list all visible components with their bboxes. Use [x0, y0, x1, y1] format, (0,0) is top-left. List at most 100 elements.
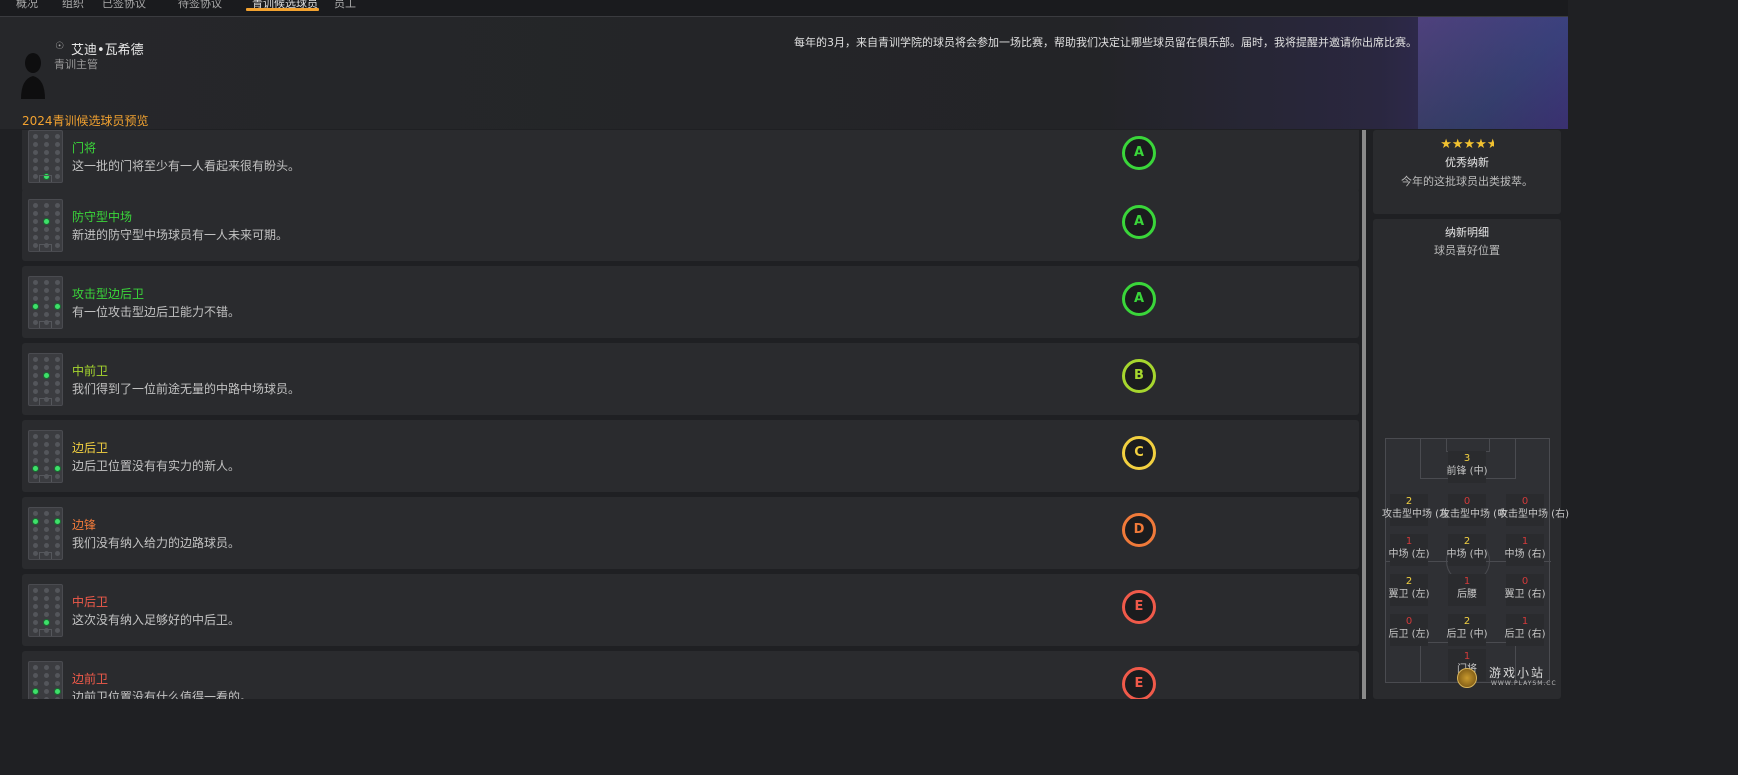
position-dot [55, 357, 60, 362]
position-title: 中前卫 [72, 364, 109, 378]
list-item[interactable]: 边前卫 边前卫位置没有什么值得一看的。 E [22, 651, 1359, 699]
grade-badge: A [1122, 282, 1156, 316]
position-dot [33, 551, 38, 556]
position-dot [33, 166, 38, 171]
position-dot [55, 389, 60, 394]
position-dot [33, 543, 38, 548]
active-position-dot [33, 519, 38, 524]
field-zone[interactable]: 1 中场 (右) [1505, 534, 1545, 566]
tab-organization[interactable]: 组织 [62, 0, 84, 11]
avatar[interactable] [18, 49, 48, 99]
field-zone[interactable]: 1 中场 (左) [1389, 534, 1429, 566]
position-dot [44, 689, 49, 694]
position-dot [44, 365, 49, 370]
position-dot [33, 673, 38, 678]
field-zone[interactable]: 0 攻击型中场 (右) [1498, 494, 1569, 526]
position-dot [33, 628, 38, 633]
info-banner: 每年的3月，来自青训学院的球员将会参加一场比赛，帮助我们决定让哪些球员留在俱乐部… [794, 36, 1417, 49]
list-item[interactable]: 中前卫 我们得到了一位前途无量的中路中场球员。 B [22, 343, 1359, 415]
position-dot [33, 511, 38, 516]
field-zone[interactable]: 2 后卫 (中) [1447, 614, 1487, 646]
field-zone[interactable]: 3 前锋 (中) [1447, 451, 1487, 483]
position-dot [55, 511, 60, 516]
zone-label: 后卫 (左) [1388, 629, 1430, 640]
position-pitch-icon [28, 507, 63, 560]
position-dot [33, 134, 38, 139]
position-dot [55, 166, 60, 171]
list-item[interactable]: 攻击型边后卫 有一位攻击型边后卫能力不错。 A [22, 266, 1359, 338]
position-dot [33, 381, 38, 386]
tab-staff[interactable]: 员工 [334, 0, 356, 11]
position-field-map: 3 前锋 (中) 2 攻击型中场 (左) 0 攻击型中场 (中) 0 攻击型中场 (右) 1 中场… [1382, 438, 1569, 683]
position-dot [44, 673, 49, 678]
position-dot [55, 442, 60, 447]
position-dot [33, 320, 38, 325]
grade-badge: A [1122, 205, 1156, 239]
position-dot [55, 681, 60, 686]
header-panel: ☉ 艾迪•瓦希德 青训主管 每年的3月，来自青训学院的球员将会参加一场比赛，帮助… [0, 17, 1568, 129]
position-description: 这次没有纳入足够好的中后卫。 [72, 613, 241, 627]
star-icon: ★ [1440, 137, 1452, 152]
rating-card: ★★★★★ 优秀纳新 今年的这批球员出类拔萃。 [1373, 130, 1561, 214]
list-item[interactable]: 门将 这一批的门将至少有一人看起来很有盼头。 A [22, 130, 1359, 192]
tab-overview[interactable]: 概况 [16, 0, 38, 11]
list-item[interactable]: 中后卫 这次没有纳入足够好的中后卫。 E [22, 574, 1359, 646]
zone-count: 0 [1463, 496, 1471, 507]
zone-count: 0 [1405, 616, 1413, 627]
list-item[interactable]: 边锋 我们没有纳入给力的边路球员。 D [22, 497, 1359, 569]
list-item[interactable]: 边后卫 边后卫位置没有有实力的新人。 C [22, 420, 1359, 492]
position-dot [44, 681, 49, 686]
position-dot [55, 227, 60, 232]
zone-label: 中场 (左) [1388, 549, 1430, 560]
position-dot [33, 357, 38, 362]
pitch-goal-box [39, 475, 52, 482]
zone-label: 攻击型中场 (左) [1382, 509, 1453, 520]
pitch-goal-box [39, 321, 52, 328]
field-zone[interactable]: 2 攻击型中场 (左) [1382, 494, 1453, 526]
breakdown-subtitle: 球员喜好位置 [1434, 244, 1500, 257]
position-dot [55, 158, 60, 163]
zone-count: 2 [1405, 576, 1413, 587]
position-dot [33, 219, 38, 224]
zone-label: 翼卫 (右) [1504, 589, 1546, 600]
field-zone[interactable]: 1 后腰 [1448, 574, 1486, 606]
rating-title: 优秀纳新 [1445, 156, 1489, 169]
zone-count: 2 [1463, 616, 1471, 627]
position-dot [55, 296, 60, 301]
position-title: 边锋 [72, 518, 97, 532]
rating-subtitle: 今年的这批球员出类拔萃。 [1401, 175, 1533, 188]
position-dot [33, 397, 38, 402]
position-dot [33, 620, 38, 625]
position-dot [44, 543, 49, 548]
field-zone[interactable]: 2 翼卫 (左) [1389, 574, 1429, 606]
zone-label: 后卫 (中) [1446, 629, 1488, 640]
position-description: 新进的防守型中场球员有一人未来可期。 [72, 228, 289, 242]
position-pitch-icon [28, 276, 63, 329]
tab-pending[interactable]: 待签协议 [178, 0, 222, 11]
position-dot [55, 697, 60, 699]
field-zone[interactable]: 0 翼卫 (右) [1505, 574, 1545, 606]
position-dot [55, 535, 60, 540]
position-title: 门将 [72, 141, 97, 155]
zone-count: 0 [1521, 496, 1529, 507]
zone-count: 1 [1463, 651, 1471, 662]
tab-signed[interactable]: 已签协议 [102, 0, 146, 11]
position-dot [33, 389, 38, 394]
field-zone[interactable]: 0 后卫 (左) [1389, 614, 1429, 646]
person-role: 青训主管 [54, 58, 98, 71]
position-dot [55, 235, 60, 240]
position-dot [55, 543, 60, 548]
position-dot [44, 312, 49, 317]
position-title: 防守型中场 [72, 210, 133, 224]
position-dot [55, 527, 60, 532]
field-zone[interactable]: 0 攻击型中场 (中) [1440, 494, 1511, 526]
position-dot [55, 320, 60, 325]
field-zone[interactable]: 1 后卫 (右) [1505, 614, 1545, 646]
scrollbar[interactable] [1362, 130, 1366, 699]
position-dot [55, 458, 60, 463]
field-zone[interactable]: 2 中场 (中) [1447, 534, 1487, 566]
list-item[interactable]: 防守型中场新进的防守型中场球员有一人未来可期。 A [22, 189, 1359, 261]
zone-label: 攻击型中场 (中) [1440, 509, 1511, 520]
pitch-goal-box [39, 629, 52, 636]
position-dot [33, 296, 38, 301]
